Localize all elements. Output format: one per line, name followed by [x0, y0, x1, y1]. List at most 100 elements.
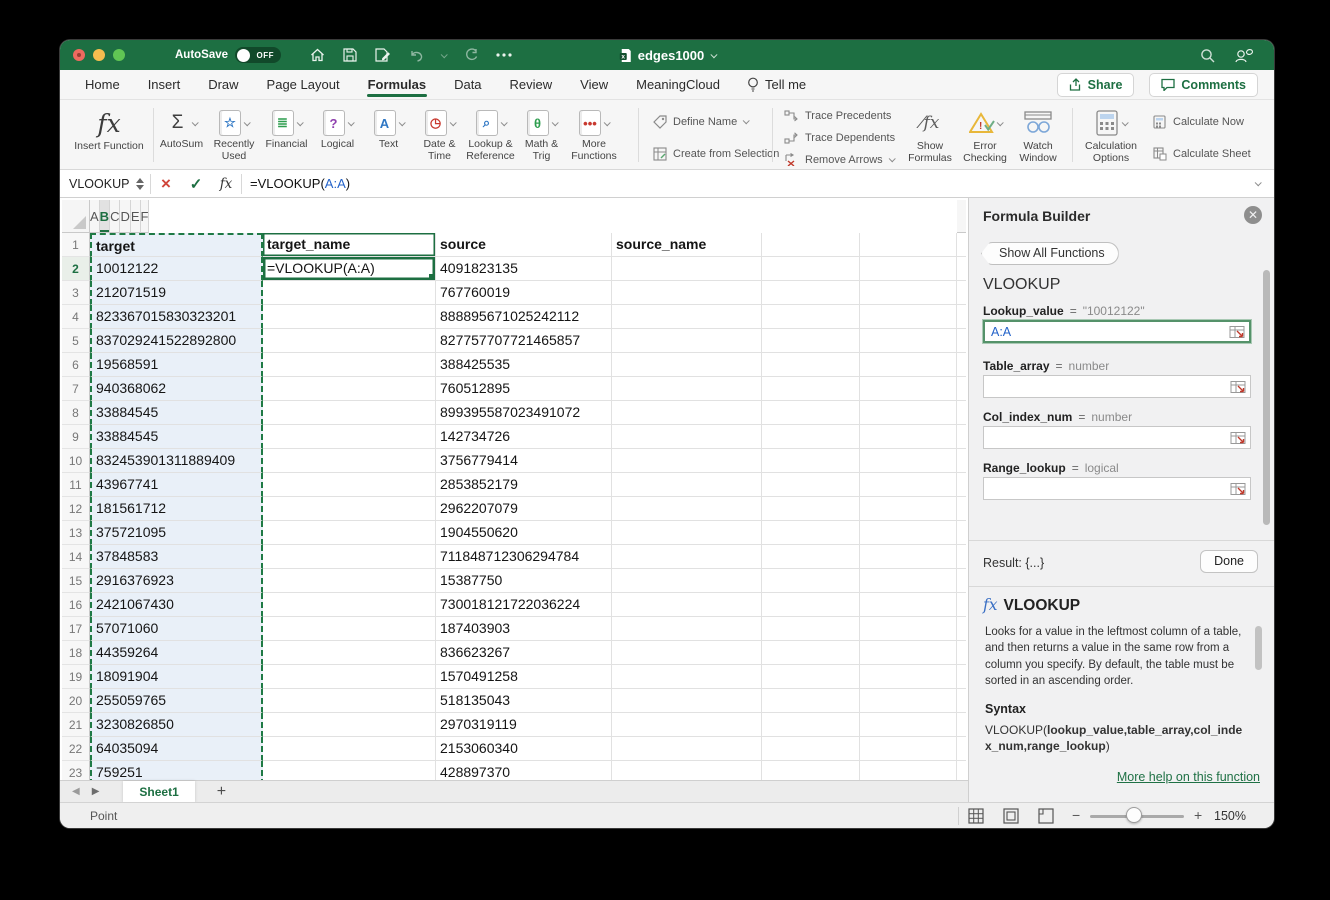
cell-column-e[interactable] — [762, 665, 860, 689]
column-header[interactable]: A — [90, 200, 100, 233]
row-number[interactable]: 1 — [62, 233, 90, 257]
name-box[interactable]: VLOOKUP — [60, 177, 136, 191]
cell-column-partial[interactable] — [957, 449, 966, 473]
cell-column-d[interactable] — [612, 545, 762, 569]
save-as-icon[interactable] — [375, 47, 391, 63]
cell-column-d[interactable] — [612, 353, 762, 377]
cell-column-partial[interactable] — [957, 761, 966, 780]
cell-column-c[interactable]: 142734726 — [436, 425, 612, 449]
cell-column-a[interactable]: 837029241522892800 — [90, 329, 263, 353]
cell-column-d[interactable]: source_name — [612, 233, 762, 257]
cell-column-f[interactable] — [860, 401, 957, 425]
cell-column-a[interactable]: 832453901311889409 — [90, 449, 263, 473]
range-selector-icon[interactable] — [1229, 325, 1245, 338]
document-title[interactable]: edges1000 — [638, 48, 705, 63]
zoom-in-button[interactable]: + — [1194, 807, 1202, 823]
ribbon-tab[interactable]: MeaningCloud — [635, 71, 721, 98]
dropdown-chevron-icon[interactable] — [398, 119, 405, 126]
undo-dropdown-chevron[interactable] — [441, 51, 448, 58]
cell-column-b[interactable] — [263, 305, 436, 329]
row-number[interactable]: 3 — [62, 281, 90, 305]
cell-column-b[interactable] — [263, 545, 436, 569]
cell-column-d[interactable] — [612, 449, 762, 473]
cell-column-a[interactable]: 375721095 — [90, 521, 263, 545]
cell-column-partial[interactable] — [957, 545, 966, 569]
cell-column-d[interactable] — [612, 401, 762, 425]
cell-column-d[interactable] — [612, 641, 762, 665]
column-header-partial[interactable] — [957, 200, 966, 233]
ribbon-tab[interactable]: Draw — [207, 71, 239, 98]
cell-column-partial[interactable] — [957, 737, 966, 761]
cell-column-d[interactable] — [612, 425, 762, 449]
cell-column-f[interactable] — [860, 353, 957, 377]
cell-column-a[interactable]: 2421067430 — [90, 593, 263, 617]
more-help-link[interactable]: More help on this function — [1117, 770, 1260, 784]
cell-column-b[interactable] — [263, 641, 436, 665]
cell-column-partial[interactable] — [957, 641, 966, 665]
cell-column-e[interactable] — [762, 425, 860, 449]
cell-column-b[interactable] — [263, 665, 436, 689]
cell-column-f[interactable] — [860, 641, 957, 665]
previous-sheet-icon[interactable]: ◀ — [72, 786, 80, 797]
page-layout-view-icon[interactable] — [1003, 808, 1020, 824]
cell-column-e[interactable] — [762, 713, 860, 737]
create-from-selection-button[interactable]: Create from Selection — [652, 146, 779, 161]
insert-function-fx-icon[interactable]: fx — [211, 176, 241, 192]
function-library-button[interactable]: ◷ Date & Time — [414, 108, 465, 162]
ribbon-tab[interactable]: Review — [509, 71, 554, 98]
formula-input[interactable]: =VLOOKUP(A:A) — [250, 176, 350, 191]
cell-column-e[interactable] — [762, 569, 860, 593]
cell-column-c[interactable]: 2970319119 — [436, 713, 612, 737]
cell-column-b[interactable] — [263, 473, 436, 497]
undo-icon[interactable] — [408, 47, 424, 63]
cell-column-f[interactable] — [860, 473, 957, 497]
cell-column-f[interactable] — [860, 665, 957, 689]
cell-column-e[interactable] — [762, 305, 860, 329]
cell-column-b[interactable] — [263, 353, 436, 377]
cell-column-partial[interactable] — [957, 569, 966, 593]
ribbon-tab[interactable]: Formulas — [367, 71, 428, 98]
cell-column-c[interactable]: 388425535 — [436, 353, 612, 377]
cell-column-partial[interactable] — [957, 473, 966, 497]
cancel-entry-icon[interactable]: × — [151, 174, 181, 194]
normal-view-icon[interactable] — [968, 808, 985, 824]
cell-column-a[interactable]: 10012122 — [90, 257, 263, 281]
dropdown-chevron-icon[interactable] — [500, 119, 507, 126]
select-all-corner[interactable] — [62, 200, 90, 233]
cell-column-partial[interactable] — [957, 689, 966, 713]
row-number[interactable]: 12 — [62, 497, 90, 521]
cell-column-c[interactable]: 15387750 — [436, 569, 612, 593]
title-dropdown-chevron[interactable] — [710, 51, 717, 58]
cell-column-b[interactable] — [263, 689, 436, 713]
maximize-window-button[interactable] — [113, 49, 125, 61]
cell-column-a[interactable]: 44359264 — [90, 641, 263, 665]
cell-column-e[interactable] — [762, 329, 860, 353]
cell-column-a[interactable]: 37848583 — [90, 545, 263, 569]
redo-icon[interactable] — [463, 47, 479, 63]
cell-column-e[interactable] — [762, 641, 860, 665]
lookup-value-input[interactable]: A:A — [983, 320, 1251, 343]
cell-column-a[interactable]: 33884545 — [90, 425, 263, 449]
function-library-button[interactable]: ? Logical — [312, 108, 363, 162]
cell-column-d[interactable] — [612, 281, 762, 305]
cell-column-partial[interactable] — [957, 281, 966, 305]
remove-arrows-button[interactable]: Remove Arrows — [784, 152, 894, 167]
cell-column-f[interactable] — [860, 305, 957, 329]
dropdown-chevron-icon[interactable] — [296, 119, 303, 126]
cell-column-d[interactable] — [612, 257, 762, 281]
cell-column-f[interactable] — [860, 497, 957, 521]
cell-column-partial[interactable] — [957, 401, 966, 425]
cell-column-b[interactable] — [263, 761, 436, 780]
cell-column-a[interactable]: target — [90, 233, 263, 257]
cell-column-c[interactable]: 2962207079 — [436, 497, 612, 521]
cell-column-c[interactable]: 2853852179 — [436, 473, 612, 497]
cell-column-partial[interactable] — [957, 257, 966, 281]
cell-column-b[interactable]: target_name — [263, 233, 436, 257]
cell-column-f[interactable] — [860, 425, 957, 449]
cell-column-b[interactable] — [263, 593, 436, 617]
cell-column-c[interactable]: 428897370 — [436, 761, 612, 780]
cell-column-c[interactable]: 1570491258 — [436, 665, 612, 689]
row-number[interactable]: 13 — [62, 521, 90, 545]
cell-column-c[interactable]: 899395587023491072 — [436, 401, 612, 425]
cell-column-f[interactable] — [860, 545, 957, 569]
